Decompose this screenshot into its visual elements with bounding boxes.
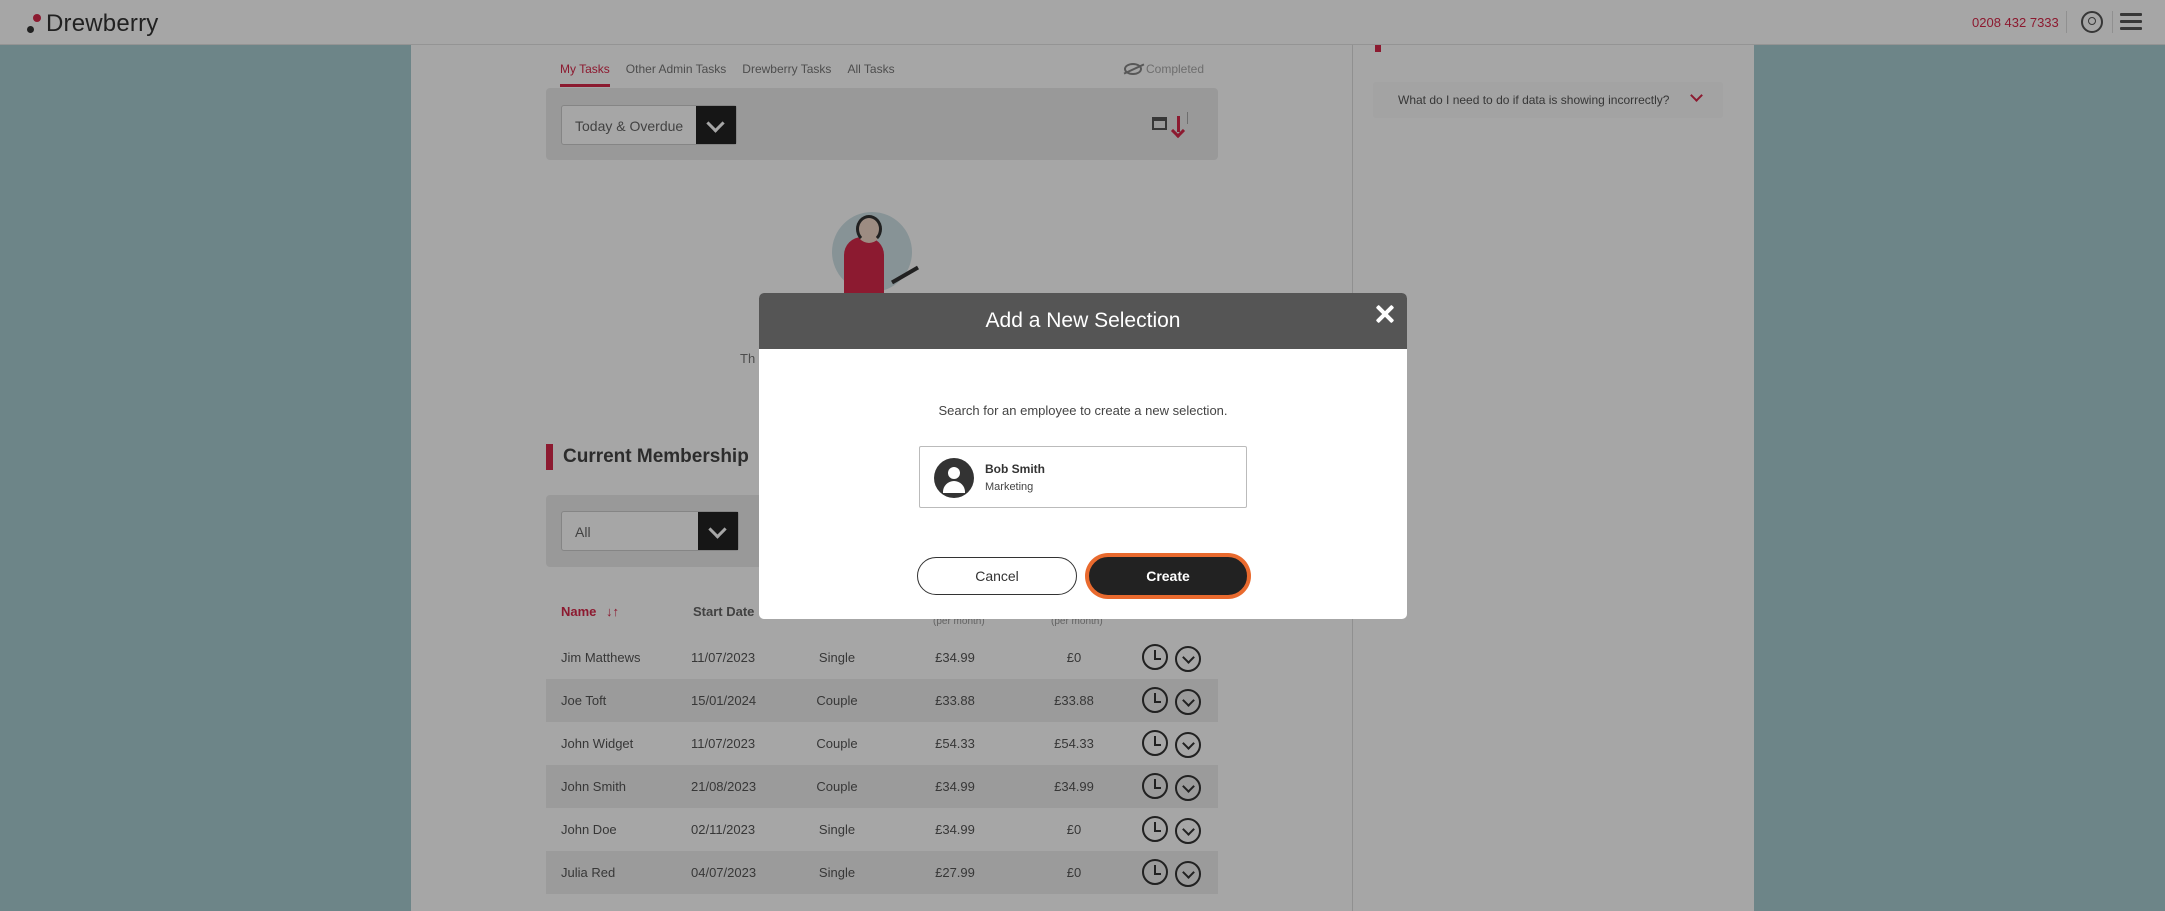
close-icon[interactable]	[1373, 303, 1397, 327]
employee-name: Bob Smith	[985, 462, 1045, 476]
employee-department: Marketing	[985, 481, 1034, 493]
employee-card[interactable]: Bob Smith Marketing	[919, 446, 1247, 508]
cancel-button[interactable]: Cancel	[917, 557, 1077, 595]
modal-title: Add a New Selection	[985, 309, 1181, 332]
avatar	[934, 458, 974, 498]
create-button[interactable]: Create	[1086, 554, 1250, 598]
modal-instruction: Search for an employee to create a new s…	[938, 403, 1228, 418]
add-selection-modal: Add a New Selection Search for an employ…	[759, 293, 1407, 619]
modal-header: Add a New Selection	[759, 293, 1407, 349]
